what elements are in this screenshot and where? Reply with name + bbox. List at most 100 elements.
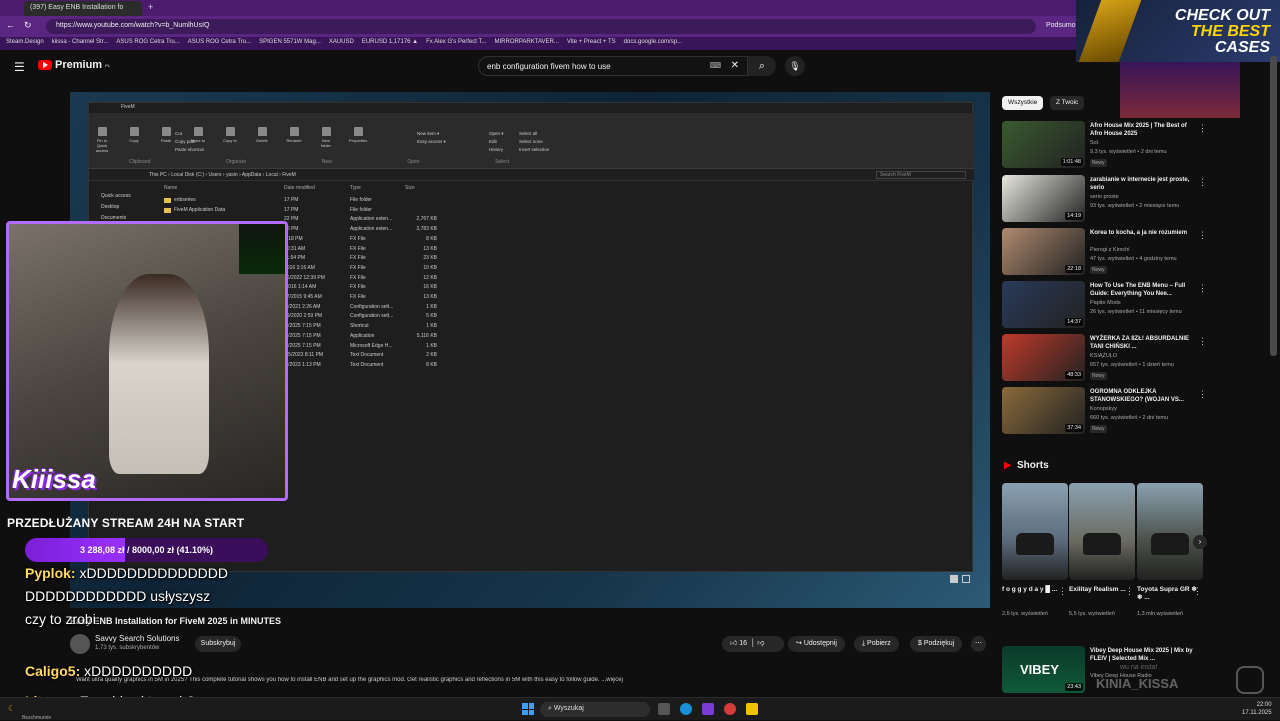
bookmark-item[interactable]: XAUUSD — [329, 39, 354, 48]
bookmark-item[interactable]: EURUSD 1,17176 ▲ — [362, 39, 418, 48]
short-title[interactable]: Exilitay Realism ... — [1069, 586, 1131, 594]
summary-label[interactable]: Podsumo — [1046, 22, 1076, 29]
nav-item[interactable]: Quick access — [101, 191, 131, 202]
rec-more-icon[interactable]: ⋮ — [1198, 336, 1207, 347]
thanks-button[interactable]: $ Podziękuj — [910, 636, 963, 652]
subscribe-button[interactable]: Subskrybuj — [195, 636, 241, 652]
ribbon-button[interactable]: Delete — [253, 127, 271, 157]
rec-more-icon[interactable]: ⋮ — [1198, 177, 1207, 188]
rec-video[interactable]: 37:34 OGROMNA ODKLEJKA STANOWSKIEGO? (WOJ… — [1002, 387, 1207, 437]
channel-avatar[interactable] — [70, 634, 90, 654]
path-segment[interactable]: Users — [208, 172, 221, 178]
path-segment[interactable]: yasin — [226, 172, 238, 178]
ribbon-button[interactable]: New folder — [317, 127, 335, 157]
ribbon-small-item[interactable]: History — [489, 147, 503, 152]
youtube-logo[interactable]: Premium PL — [38, 59, 110, 71]
clear-icon[interactable]: ✕ — [731, 60, 739, 71]
shorts-next-button[interactable]: › — [1193, 535, 1207, 549]
download-button[interactable]: ⤓ Pobierz — [854, 636, 899, 652]
chrome-icon[interactable] — [724, 703, 736, 715]
column-header[interactable]: Date modified — [284, 185, 315, 191]
file-row[interactable]: enbseries 17 PM File folder — [164, 197, 524, 207]
ribbon-button[interactable]: Pin to Quick access — [93, 127, 111, 157]
file-row[interactable]: FiveM Application Data 17 PM File folder — [164, 207, 524, 217]
short-thumbnail[interactable] — [1002, 483, 1068, 580]
ribbon-button[interactable]: Paste — [157, 127, 175, 157]
like-dislike-button[interactable]: 👍︎ 16 │ 👎︎ — [722, 636, 784, 652]
ribbon-small-item[interactable]: Open ▾ — [489, 131, 504, 137]
rec-video[interactable]: 14:37 How To Use The ENB Menu – Full Guid… — [1002, 281, 1207, 331]
ribbon-small-item[interactable]: Invert selection — [519, 147, 549, 152]
ribbon-small-item[interactable]: Select none — [519, 139, 543, 144]
ribbon-small-item[interactable]: Cut — [175, 131, 182, 136]
column-header[interactable]: Name — [164, 185, 177, 191]
edge-icon[interactable] — [680, 703, 692, 715]
bookmark-item[interactable]: SPIGEN 5571W Mag... — [259, 39, 321, 48]
back-icon[interactable]: ← — [6, 20, 15, 30]
path-segment[interactable]: This PC — [149, 172, 167, 178]
short-more-icon[interactable]: ⋮ — [1125, 586, 1134, 597]
fullscreen-icon[interactable] — [962, 575, 970, 583]
rec-video[interactable]: 1:01:48 Afro House Mix 2025 | The Best of… — [1002, 121, 1207, 171]
bookmark-item[interactable]: Steam.Design — [6, 39, 44, 48]
weather-icon[interactable]: ☾ — [8, 704, 15, 713]
share-button[interactable]: ↪ Udostępnij — [788, 636, 845, 652]
ribbon-button[interactable]: Copy to — [221, 127, 239, 157]
search-button[interactable]: ⌕ — [748, 56, 776, 76]
short-thumbnail[interactable] — [1137, 483, 1203, 580]
ribbon-button[interactable]: Rename — [285, 127, 303, 157]
short-more-icon[interactable]: ⋮ — [1193, 586, 1202, 597]
taskview-icon[interactable] — [658, 703, 670, 715]
ribbon-button[interactable]: Properties — [349, 127, 367, 157]
column-header[interactable]: Size — [405, 185, 415, 191]
ribbon-small-item[interactable]: Easy access ▾ — [417, 139, 446, 145]
bookmark-item[interactable]: docs.google.com/sp... — [624, 39, 682, 48]
browser-tab[interactable]: (397) Easy ENB Installation fo — [24, 1, 142, 16]
discord-icon[interactable] — [702, 703, 714, 715]
keyboard-icon[interactable]: ⌨ — [709, 61, 721, 70]
more-actions-button[interactable]: ⋯ — [971, 636, 986, 652]
bookmark-item[interactable]: kiissa - Channel Str... — [52, 39, 109, 48]
nav-item[interactable]: Desktop — [101, 202, 131, 213]
rec-more-icon[interactable]: ⋮ — [1198, 230, 1207, 241]
ribbon-small-item[interactable]: Copy path — [175, 139, 196, 144]
path-segment[interactable]: Local Disk (C:) — [171, 172, 204, 178]
ribbon-small-item[interactable]: Select all — [519, 131, 537, 136]
folder-icon[interactable] — [746, 703, 758, 715]
clock[interactable]: 22:00 17.11.2025 — [1242, 701, 1272, 717]
short-title[interactable]: Toyota Supra GR ❄ ❄ ... — [1137, 586, 1199, 602]
ad-banner[interactable]: CHECK OUT THE BEST CASES — [1076, 0, 1280, 62]
chip-from-yours[interactable]: Z Twoic — [1050, 96, 1085, 110]
video-description[interactable]: Want ultra quality graphics in 5M in 202… — [76, 677, 976, 683]
ribbon-small-item[interactable]: Paste shortcut — [175, 147, 204, 152]
mic-button[interactable]: 🎙 — [785, 56, 805, 76]
rec-more-icon[interactable]: ⋮ — [1198, 283, 1207, 294]
settings-icon[interactable] — [950, 575, 958, 583]
bookmark-item[interactable]: Vite + Preact + TS — [567, 39, 616, 48]
search-input[interactable]: enb configuration fivem how to use ⌨ ✕ — [478, 56, 748, 76]
bookmark-item[interactable]: ASUS ROG Cetra Tru... — [116, 39, 179, 48]
menu-icon[interactable]: ☰ — [14, 60, 25, 74]
rec-more-icon[interactable]: ⋮ — [1198, 389, 1207, 400]
start-icon[interactable] — [522, 703, 534, 715]
ribbon-small-item[interactable]: New item ▾ — [417, 131, 439, 137]
taskbar-search[interactable]: ⌕ Wyszukaj — [540, 702, 650, 717]
short-title[interactable]: f o g g y d a y █ ... — [1002, 586, 1064, 594]
rec-more-icon[interactable]: ⋮ — [1198, 123, 1207, 134]
short-more-icon[interactable]: ⋮ — [1058, 586, 1067, 597]
rec-video[interactable]: 14:19 zarabianie w internecie jest proste… — [1002, 175, 1207, 225]
bookmark-item[interactable]: ASUS ROG Cetra Tru... — [188, 39, 251, 48]
short-thumbnail[interactable] — [1069, 483, 1135, 580]
path-segment[interactable]: Local — [266, 172, 278, 178]
channel-name[interactable]: Savvy Search Solutions — [95, 634, 180, 643]
ribbon-small-item[interactable]: Edit — [489, 139, 497, 144]
address-bar[interactable]: https://www.youtube.com/watch?v=b_NumlhU… — [46, 19, 1036, 34]
bookmark-item[interactable]: MIRRORPARKTAVER... — [495, 39, 559, 48]
path-segment[interactable]: FiveM — [282, 172, 296, 178]
chip-all[interactable]: Wszystkie — [1002, 96, 1044, 110]
reload-icon[interactable]: ↻ — [24, 20, 32, 31]
ribbon-button[interactable]: Copy — [125, 127, 143, 157]
column-header[interactable]: Type — [350, 185, 361, 191]
new-tab-icon[interactable]: + — [148, 2, 153, 12]
rec-video[interactable]: 48:33 WYŻERKA ZA 8ZŁ! ABSURDALNIE TANI CH… — [1002, 334, 1207, 384]
